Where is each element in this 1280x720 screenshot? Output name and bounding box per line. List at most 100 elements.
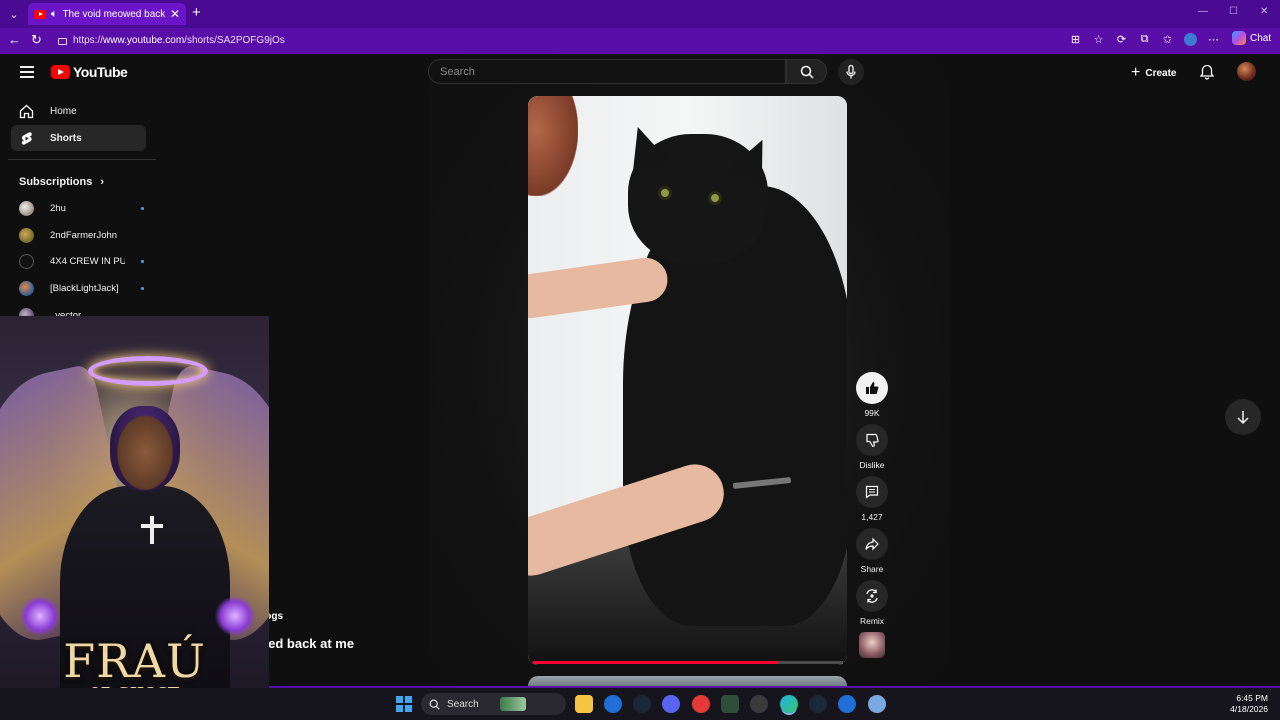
system-clock[interactable]: 6:45 PM 4/18/2026 (1226, 693, 1268, 715)
like-button[interactable]: 99K (856, 372, 888, 418)
tab-list-chevron-icon[interactable]: ⌄ (4, 4, 24, 24)
app-icon[interactable] (604, 695, 622, 713)
artwork-logo-title: FRAÚ (63, 634, 206, 688)
lock-icon (58, 38, 67, 45)
notifications-bell-icon[interactable] (1199, 64, 1215, 85)
video-frame-detail (528, 96, 578, 196)
copilot-chat-button[interactable]: Chat (1232, 31, 1271, 45)
cross-icon (141, 524, 163, 528)
microphone-icon (846, 65, 856, 79)
minimize-icon[interactable]: — (1198, 6, 1208, 17)
dislike-label: Dislike (859, 460, 885, 470)
home-icon (19, 104, 34, 118)
steam-icon[interactable] (633, 695, 651, 713)
new-tab-icon[interactable]: + (192, 4, 201, 21)
channel-name: 2hu (50, 202, 66, 214)
channel-avatar (19, 280, 34, 296)
tab-youtube[interactable]: 🔈︎ The void meowed back at me ✕ (28, 3, 186, 25)
search-input[interactable]: Search (428, 59, 786, 84)
channel-name: [BlackLightJack] (50, 282, 119, 294)
sidebar-divider (8, 159, 156, 160)
app-icon[interactable] (838, 695, 856, 713)
search-icon (429, 699, 440, 710)
maximize-icon[interactable]: ☐ (1229, 6, 1238, 17)
edge-browser-icon[interactable] (780, 695, 798, 713)
chevron-right-icon: › (100, 176, 105, 188)
next-video-button[interactable] (1225, 399, 1261, 435)
reload-icon[interactable]: ↻ (31, 32, 42, 48)
youtube-play-icon (51, 65, 70, 79)
tab-close-icon[interactable]: ✕ (170, 7, 180, 21)
browser-window: ⌄ 🔈︎ The void meowed back at me ✕ + — ☐ … (0, 0, 1280, 720)
clock-time: 6:45 PM (1236, 693, 1268, 703)
discord-icon[interactable] (662, 695, 680, 713)
video-progress-bar[interactable] (533, 661, 843, 664)
windows-taskbar: Search 6:45 PM 4/18/2026 (0, 688, 1280, 720)
plus-icon: + (1131, 64, 1141, 81)
favorite-star-icon[interactable]: ☆ (1092, 33, 1105, 46)
navigation-bar: ← ↻ https://www.youtube.com/shorts/SA2PO… (0, 28, 1280, 52)
subscriptions-header[interactable]: Subscriptions › (19, 176, 104, 188)
game-icon[interactable] (721, 695, 739, 713)
back-icon[interactable]: ← (8, 32, 21, 47)
artwork-figure (110, 406, 180, 491)
sound-thumbnail[interactable] (859, 632, 885, 658)
comments-button[interactable]: 1,427 (856, 476, 888, 522)
thumbs-up-icon (866, 382, 879, 394)
subscription-item[interactable]: 2hu (19, 198, 144, 218)
favorites-icon[interactable]: ✩ (1161, 33, 1174, 46)
channel-name: 2ndFarmerJohn (50, 229, 118, 241)
start-button-windows-icon[interactable] (396, 696, 412, 712)
share-button[interactable]: Share (856, 528, 888, 574)
overlay-artwork: FRAÚ 07-GHOST (0, 316, 269, 720)
apps-icon[interactable]: ⊞ (1069, 33, 1082, 46)
split-screen-icon[interactable]: ⧉ (1138, 33, 1151, 46)
subscription-item[interactable]: 4X4 CREW IN PU... (19, 251, 144, 271)
file-explorer-icon[interactable] (575, 695, 593, 713)
sidebar-item-shorts[interactable]: Shorts (11, 125, 146, 151)
comment-icon (865, 485, 879, 499)
create-button[interactable]: + Create (1131, 64, 1176, 82)
new-content-dot (141, 286, 144, 290)
shorts-video-player[interactable] (528, 96, 847, 665)
subscriptions-title: Subscriptions (19, 176, 93, 188)
taskbar-search[interactable]: Search (421, 693, 566, 715)
remix-button[interactable]: Remix (856, 580, 888, 626)
account-avatar[interactable] (1237, 62, 1256, 81)
subscription-item[interactable]: [BlackLightJack] (19, 278, 144, 298)
sidebar-item-label: Shorts (50, 132, 82, 144)
halo-icon (88, 356, 208, 386)
subscription-item[interactable]: 2ndFarmerJohn (19, 225, 144, 245)
arrow-down-icon (1237, 411, 1249, 424)
speaker-icon[interactable]: 🔈︎ (51, 8, 58, 21)
channel-avatar (19, 227, 34, 243)
create-label: Create (1145, 67, 1177, 79)
search-button[interactable] (786, 59, 827, 84)
app-icon[interactable] (750, 695, 768, 713)
youtube-logo[interactable]: YouTube (51, 64, 128, 80)
voice-search-button[interactable] (838, 59, 864, 85)
short-title: wed back at me (258, 636, 355, 651)
steam-icon[interactable] (809, 695, 827, 713)
thumbs-down-icon (866, 433, 879, 447)
sidebar-item-home[interactable]: Home (11, 98, 146, 124)
extensions-icon[interactable]: ⟳ (1115, 33, 1128, 46)
app-icon[interactable] (868, 695, 886, 713)
video-progress-fill (533, 661, 778, 664)
next-short-preview[interactable] (528, 676, 847, 686)
address-bar[interactable]: https://www.youtube.com/shorts/SA2POFG9j… (52, 30, 1108, 50)
dislike-button[interactable]: Dislike (856, 424, 888, 470)
menu-icon[interactable] (20, 66, 34, 78)
video-cat (658, 186, 672, 200)
magic-orb (215, 596, 255, 636)
channel-avatar (19, 200, 34, 216)
close-window-icon[interactable]: ✕ (1260, 6, 1268, 17)
profile-icon[interactable] (1184, 33, 1197, 46)
new-content-dot (141, 206, 144, 210)
share-icon (865, 537, 879, 551)
url-text: https://www.youtube.com/shorts/SA2POFG9j… (73, 34, 285, 46)
app-s-icon[interactable] (692, 695, 710, 713)
remix-label: Remix (859, 616, 885, 626)
more-menu-icon[interactable]: ⋯ (1207, 33, 1220, 46)
cross-icon (150, 516, 154, 544)
